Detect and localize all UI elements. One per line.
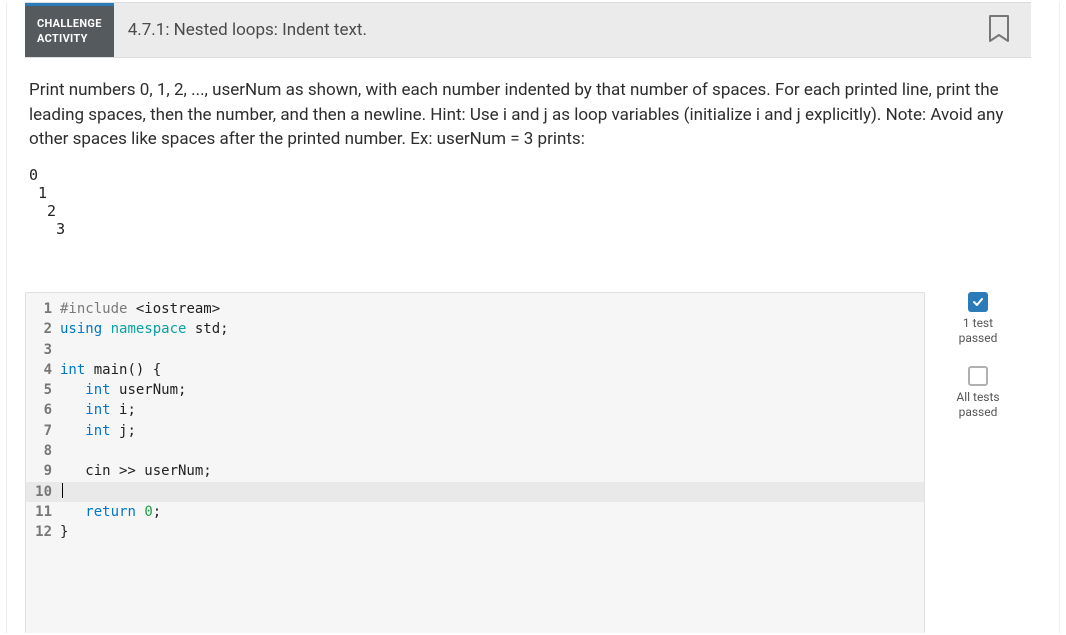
code-line[interactable]: 11 return 0; [26, 502, 924, 522]
code-line[interactable]: 1#include <iostream> [26, 299, 924, 319]
line-number: 9 [26, 461, 60, 481]
code-editor[interactable]: 1#include <iostream>2using namespace std… [25, 292, 925, 633]
challenge-header: CHALLENGE ACTIVITY 4.7.1: Nested loops: … [25, 2, 1031, 58]
line-number: 4 [26, 360, 60, 380]
code-line[interactable]: 9 cin >> userNum; [26, 461, 924, 481]
one-test-label: 1 test passed [943, 316, 1013, 346]
code-line[interactable]: 10 [26, 482, 924, 502]
code-text: int userNum; [60, 380, 186, 400]
code-line[interactable]: 8 [26, 441, 924, 461]
line-number: 5 [26, 380, 60, 400]
code-text: cin >> userNum; [60, 461, 212, 481]
code-text: int main() { [60, 360, 161, 380]
all-tests-label: All tests passed [943, 390, 1013, 420]
code-line[interactable]: 2using namespace std; [26, 319, 924, 339]
activity-title: 4.7.1: Nested loops: Indent text. [114, 3, 367, 57]
line-number: 11 [26, 502, 60, 522]
code-text [60, 482, 63, 502]
code-line[interactable]: 5 int userNum; [26, 380, 924, 400]
code-line[interactable]: 3 [26, 340, 924, 360]
line-number: 6 [26, 400, 60, 420]
example-output: 0 1 2 3 [29, 166, 1027, 238]
line-number: 8 [26, 441, 60, 461]
line-number: 12 [26, 522, 60, 542]
challenge-tab-line1: CHALLENGE [37, 17, 102, 32]
line-number: 10 [26, 482, 60, 502]
line-number: 7 [26, 421, 60, 441]
one-test-status: 1 test passed [943, 292, 1013, 346]
code-text: #include <iostream> [60, 299, 220, 319]
line-number: 2 [26, 319, 60, 339]
empty-badge-icon [968, 366, 988, 386]
all-tests-status: All tests passed [943, 366, 1013, 420]
bookmark-icon[interactable] [987, 15, 1011, 45]
line-number: 3 [26, 340, 60, 360]
check-icon [968, 292, 988, 312]
code-text: using namespace std; [60, 319, 229, 339]
code-text: int i; [60, 400, 136, 420]
code-text: } [60, 522, 68, 542]
code-line[interactable]: 6 int i; [26, 400, 924, 420]
code-line[interactable]: 4int main() { [26, 360, 924, 380]
code-text: int j; [60, 421, 136, 441]
code-text: return 0; [60, 502, 161, 522]
code-line[interactable]: 7 int j; [26, 421, 924, 441]
challenge-tab: CHALLENGE ACTIVITY [25, 3, 114, 57]
code-line[interactable]: 12} [26, 522, 924, 542]
problem-description: Print numbers 0, 1, 2, ..., userNum as s… [29, 78, 1027, 152]
challenge-tab-line2: ACTIVITY [37, 32, 102, 47]
line-number: 1 [26, 299, 60, 319]
test-status-panel: 1 test passed All tests passed [943, 292, 1013, 633]
